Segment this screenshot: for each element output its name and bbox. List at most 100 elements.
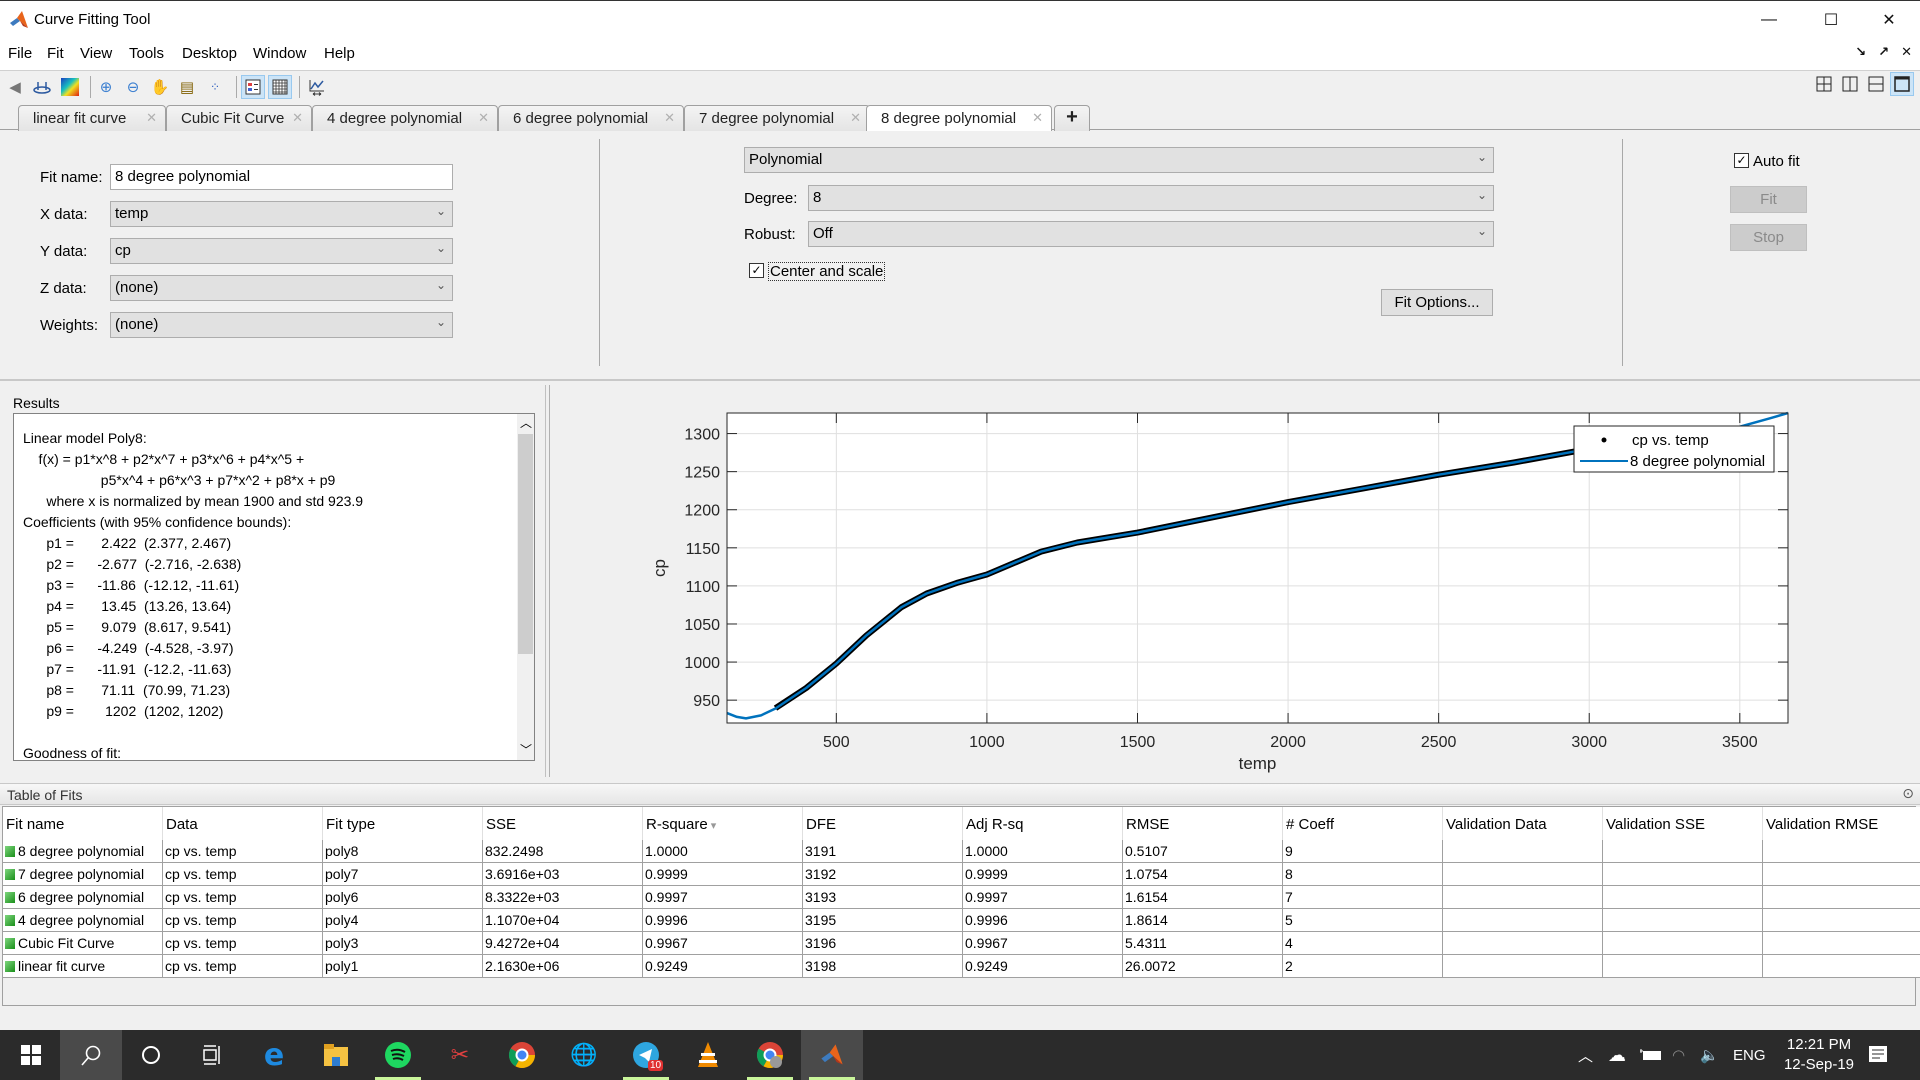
table-cell[interactable]: 0.9967: [643, 932, 803, 955]
snipping-tool-app[interactable]: ✂: [429, 1030, 491, 1080]
menu-help[interactable]: Help: [324, 45, 355, 62]
back-button[interactable]: ◀: [3, 75, 27, 99]
tab-4-degree-polynomial[interactable]: 4 degree polynomial ✕: [312, 105, 498, 131]
cortana-button[interactable]: [120, 1030, 182, 1080]
close-tab-icon[interactable]: ✕: [664, 110, 675, 126]
table-cell[interactable]: 0.9996: [963, 909, 1123, 932]
collapse-panel-icon[interactable]: ⊙: [1902, 785, 1914, 802]
table-cell[interactable]: [1603, 863, 1763, 886]
table-cell[interactable]: 1.0000: [643, 840, 803, 863]
scroll-up-icon[interactable]: ︿: [520, 414, 532, 431]
telegram-app[interactable]: 10: [615, 1030, 677, 1080]
fit-name-cell[interactable]: 7 degree polynomial: [3, 863, 163, 886]
pan-button[interactable]: ✋: [148, 75, 172, 99]
data-tip-button[interactable]: ▤: [175, 75, 199, 99]
table-cell[interactable]: [1603, 886, 1763, 909]
table-cell[interactable]: 1.0000: [963, 840, 1123, 863]
start-button[interactable]: [0, 1030, 62, 1080]
onedrive-tray[interactable]: ☁: [1608, 1030, 1626, 1080]
scroll-down-icon[interactable]: ﹀: [520, 741, 532, 758]
table-cell[interactable]: 3192: [803, 863, 963, 886]
tab-6-degree-polynomial[interactable]: 6 degree polynomial ✕: [498, 105, 684, 131]
column-header[interactable]: Data: [163, 807, 323, 840]
fit-options-button[interactable]: Fit Options...: [1381, 289, 1493, 316]
results-plot-splitter[interactable]: [545, 385, 546, 777]
table-cell[interactable]: 0.9999: [643, 863, 803, 886]
zoom-in-button[interactable]: ⊕: [94, 75, 118, 99]
table-cell[interactable]: 3195: [803, 909, 963, 932]
table-cell[interactable]: [1603, 840, 1763, 863]
table-cell[interactable]: 2: [1283, 955, 1443, 978]
table-cell[interactable]: poly6: [323, 886, 483, 909]
battery-tray[interactable]: [1640, 1030, 1662, 1080]
table-cell[interactable]: [1443, 840, 1603, 863]
table-cell[interactable]: [1763, 863, 1920, 886]
column-header[interactable]: Validation RMSE: [1763, 807, 1920, 840]
center-scale-checkbox[interactable]: ✓: [749, 263, 764, 278]
search-button[interactable]: [60, 1030, 122, 1080]
close-figure-icon[interactable]: ✕: [1901, 44, 1912, 60]
table-cell[interactable]: 0.9249: [643, 955, 803, 978]
language-indicator[interactable]: ENG: [1733, 1030, 1766, 1080]
table-cell[interactable]: 8: [1283, 863, 1443, 886]
results-text-area[interactable]: Linear model Poly8: f(x) = p1*x^8 + p2*x…: [13, 413, 535, 761]
table-cell[interactable]: 26.0072: [1123, 955, 1283, 978]
z-data-select[interactable]: (none) ⌄: [110, 275, 453, 301]
table-cell[interactable]: [1763, 932, 1920, 955]
table-cell[interactable]: 5: [1283, 909, 1443, 932]
tab-7-degree-polynomial[interactable]: 7 degree polynomial ✕: [684, 105, 870, 131]
table-cell[interactable]: 5.4311: [1123, 932, 1283, 955]
table-cell[interactable]: cp vs. temp: [163, 909, 323, 932]
fit-type-select[interactable]: Polynomial ⌄: [744, 147, 1494, 173]
column-header[interactable]: Adj R-sq: [963, 807, 1123, 840]
table-cell[interactable]: poly1: [323, 955, 483, 978]
table-cell[interactable]: [1443, 886, 1603, 909]
table-cell[interactable]: [1603, 909, 1763, 932]
close-tab-icon[interactable]: ✕: [850, 110, 861, 126]
table-cell[interactable]: 3198: [803, 955, 963, 978]
edge-app[interactable]: e: [243, 1030, 305, 1080]
table-cell[interactable]: [1763, 886, 1920, 909]
close-tab-icon[interactable]: ✕: [478, 110, 489, 126]
fit-name-cell[interactable]: 6 degree polynomial: [3, 886, 163, 909]
table-cell[interactable]: 3191: [803, 840, 963, 863]
robust-select[interactable]: Off ⌄: [808, 221, 1494, 247]
exclude-outliers-button[interactable]: ⁘: [203, 75, 227, 99]
close-tab-icon[interactable]: ✕: [292, 110, 303, 126]
fit-name-cell[interactable]: linear fit curve: [3, 955, 163, 978]
table-cell[interactable]: 3.6916e+03: [483, 863, 643, 886]
table-cell[interactable]: 0.9997: [643, 886, 803, 909]
stop-button[interactable]: Stop: [1730, 224, 1807, 251]
table-cell[interactable]: cp vs. temp: [163, 840, 323, 863]
table-cell[interactable]: [1763, 955, 1920, 978]
table-cell[interactable]: 9: [1283, 840, 1443, 863]
menu-view[interactable]: View: [80, 45, 112, 62]
table-cell[interactable]: 1.1070e+04: [483, 909, 643, 932]
column-header[interactable]: DFE: [803, 807, 963, 840]
table-cell[interactable]: 0.9997: [963, 886, 1123, 909]
column-header[interactable]: RMSE: [1123, 807, 1283, 840]
table-cell[interactable]: [1443, 909, 1603, 932]
file-explorer-app[interactable]: [305, 1030, 367, 1080]
column-header[interactable]: Validation Data: [1443, 807, 1603, 840]
close-button[interactable]: ✕: [1860, 1, 1918, 39]
table-cell[interactable]: 4: [1283, 932, 1443, 955]
table-cell[interactable]: poly8: [323, 840, 483, 863]
tile-rows-button[interactable]: [1864, 72, 1888, 96]
table-cell[interactable]: 0.5107: [1123, 840, 1283, 863]
legend-button[interactable]: [241, 75, 265, 99]
table-cell[interactable]: poly3: [323, 932, 483, 955]
table-cell[interactable]: [1443, 863, 1603, 886]
column-header[interactable]: R-square ▾: [643, 807, 803, 840]
table-cell[interactable]: 0.9967: [963, 932, 1123, 955]
fit-plot[interactable]: 500 1000 1500 2000 2500 3000 3500 950 1000 1050 11…: [550, 385, 1920, 777]
fit-name-cell[interactable]: 4 degree polynomial: [3, 909, 163, 932]
table-cell[interactable]: [1603, 955, 1763, 978]
table-cell[interactable]: [1443, 955, 1603, 978]
column-header[interactable]: # Coeff: [1283, 807, 1443, 840]
clock[interactable]: 12:21 PM 12-Sep-19: [1774, 1035, 1864, 1075]
close-tab-icon[interactable]: ✕: [146, 110, 157, 126]
x-data-select[interactable]: temp ⌄: [110, 201, 453, 227]
table-cell[interactable]: cp vs. temp: [163, 886, 323, 909]
table-cell[interactable]: 3196: [803, 932, 963, 955]
